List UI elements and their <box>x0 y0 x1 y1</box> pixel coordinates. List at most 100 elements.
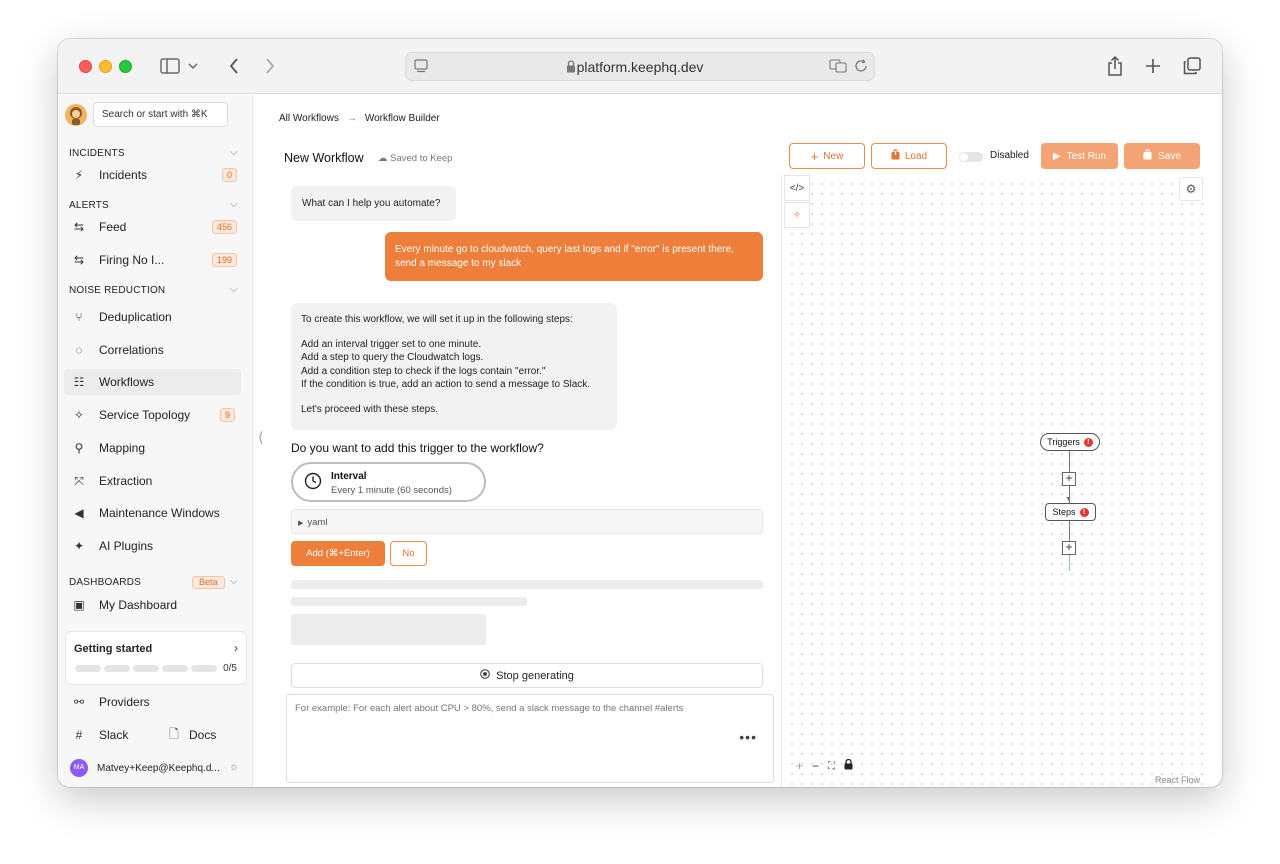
maximize-window-button[interactable] <box>119 60 132 73</box>
sidebar-item-providers[interactable]: ⚯ Providers <box>64 689 241 715</box>
steps-node[interactable]: Steps ! <box>1045 503 1096 521</box>
sidebar-item-incidents[interactable]: ⚡︎ Incidents 0 <box>64 162 241 188</box>
sidebar-item-my-dashboard[interactable]: ▣ My Dashboard <box>64 592 241 618</box>
sidebar-item-label: Firing No I... <box>99 253 165 267</box>
user-avatar[interactable]: MA <box>70 759 88 777</box>
theme-toggle-icon[interactable]: ☼ <box>229 761 239 773</box>
sidebar-item-label: Mapping <box>99 441 146 455</box>
ai-plan-step: Add a step to query the Cloudwatch logs. <box>301 352 484 363</box>
yaml-label: yaml <box>307 517 328 528</box>
cloud-icon: ☁ <box>378 153 388 164</box>
arrow-down-icon: ▼ <box>1065 496 1072 503</box>
document-icon: 🗋 <box>169 726 179 741</box>
sidebar-item-label: Incidents <box>99 168 148 182</box>
interval-trigger-card[interactable]: Interval Every 1 minute (60 seconds) <box>291 462 486 502</box>
sidebar-toggle-icon[interactable] <box>158 55 182 77</box>
section-incidents[interactable]: INCIDENTS <box>69 148 125 159</box>
load-button-label: Load <box>904 150 928 162</box>
sidebar-search-input[interactable]: Search or start with ⌘K <box>93 102 228 127</box>
add-trigger-plus-icon[interactable]: + <box>1062 472 1076 486</box>
code-view-icon[interactable]: </> <box>784 175 810 201</box>
section-dashboards[interactable]: DASHBOARDS <box>69 577 141 588</box>
sidebar-item-deduplication[interactable]: ⑂ Deduplication <box>64 304 241 330</box>
chevron-down-icon[interactable]: ⌵ <box>230 147 238 158</box>
triggers-node[interactable]: Triggers ! <box>1040 433 1100 451</box>
add-trigger-button[interactable]: Add (⌘+Enter) <box>291 541 385 566</box>
chevron-down-icon[interactable] <box>186 55 200 77</box>
section-noise-reduction[interactable]: NOISE REDUCTION <box>69 285 165 296</box>
ai-message-greeting: What can I help you automate? <box>291 186 456 221</box>
ai-plan-intro: To create this workflow, we will set it … <box>301 314 573 325</box>
new-button[interactable]: + New <box>789 143 865 169</box>
arrows-icon: ⇆ <box>73 253 85 267</box>
user-name[interactable]: Matvey+Keep@Keephq.d... <box>97 763 220 774</box>
play-icon: ▶ <box>1052 150 1061 162</box>
chat-input[interactable]: For example: For each alert about CPU > … <box>286 694 774 783</box>
no-button[interactable]: No <box>390 541 427 566</box>
react-flow-attribution[interactable]: React Flow <box>1155 775 1200 785</box>
sidebar-item-mapping[interactable]: ⚲ Mapping <box>64 435 241 461</box>
sidebar-collapse-handle[interactable]: ⟨ <box>258 429 263 446</box>
breadcrumb-all-workflows[interactable]: All Workflows <box>279 113 339 124</box>
getting-started-card[interactable]: Getting started › 0/5 <box>65 631 247 685</box>
minimize-window-button[interactable] <box>99 60 112 73</box>
stop-icon <box>480 669 490 682</box>
workflow-title[interactable]: New Workflow <box>284 151 364 165</box>
error-icon: ! <box>1079 507 1089 517</box>
plus-icon: + <box>810 148 819 164</box>
load-button[interactable]: Load <box>871 143 947 169</box>
close-window-button[interactable] <box>79 60 92 73</box>
sidebar-item-firing[interactable]: ⇆ Firing No I... 199 <box>64 247 241 273</box>
enabled-toggle[interactable] <box>959 152 983 162</box>
chevron-down-icon[interactable]: ⌵ <box>230 576 238 587</box>
workflow-canvas[interactable]: </> ✧ ⚙ Triggers ! + ▼ Steps ! + + − ⛶ R… <box>783 175 1206 787</box>
zoom-in-icon[interactable]: + <box>796 759 803 773</box>
breadcrumb: All Workflows → Workflow Builder <box>279 113 440 124</box>
loading-skeleton <box>291 597 527 606</box>
sidebar-item-maintenance-windows[interactable]: ◀︎ Maintenance Windows <box>64 500 241 526</box>
sidebar-item-docs[interactable]: 🗋 Docs <box>159 722 239 748</box>
mute-icon: ◀︎ <box>74 506 84 520</box>
sidebar-item-workflows[interactable]: ☷ Workflows <box>64 369 241 395</box>
sidebar-item-feed[interactable]: ⇆ Feed 456 <box>64 214 241 240</box>
count-badge: 199 <box>211 253 237 267</box>
back-icon[interactable] <box>222 55 246 77</box>
sidebar-item-label: Docs <box>189 728 217 742</box>
more-options-icon[interactable]: ••• <box>739 729 757 745</box>
section-alerts[interactable]: ALERTS <box>69 200 109 211</box>
yaml-disclosure[interactable]: ▶ yaml <box>291 509 763 534</box>
sidebar-item-slack[interactable]: # Slack <box>64 722 152 748</box>
translate-icon[interactable] <box>829 59 847 78</box>
ai-assist-icon[interactable]: ✧ <box>784 202 810 228</box>
count-badge: 0 <box>221 168 237 182</box>
steps-node-label: Steps <box>1052 507 1076 517</box>
lock-icon[interactable] <box>844 758 853 773</box>
upload-icon <box>891 148 900 163</box>
zoom-out-icon[interactable]: − <box>812 759 819 773</box>
sidebar-item-service-topology[interactable]: ✧ Service Topology 9 <box>64 402 241 428</box>
reload-icon[interactable] <box>854 59 868 78</box>
save-button[interactable]: Save <box>1124 143 1200 169</box>
fit-view-icon[interactable]: ⛶ <box>828 761 835 772</box>
error-icon: ! <box>1083 437 1093 447</box>
chevron-down-icon[interactable]: ⌵ <box>230 284 238 295</box>
plug-icon: ⚯ <box>73 695 85 709</box>
share-icon[interactable] <box>1103 55 1127 77</box>
gear-icon[interactable]: ⚙ <box>1179 177 1203 201</box>
sidebar-item-label: Maintenance Windows <box>99 506 220 520</box>
test-run-button[interactable]: ▶ Test Run <box>1041 143 1118 169</box>
sidebar-item-correlations[interactable]: ◌ Correlations <box>64 337 241 363</box>
sidebar: Search or start with ⌘K INCIDENTS ⌵ ⚡︎ I… <box>58 95 253 787</box>
forward-icon[interactable] <box>258 55 282 77</box>
sidebar-item-extraction[interactable]: ⤧ Extraction <box>64 468 241 494</box>
add-step-plus-icon[interactable]: + <box>1062 541 1076 555</box>
new-tab-icon[interactable] <box>1141 55 1165 77</box>
getting-started-progress: 0/5 <box>223 663 237 674</box>
sparkles-icon: ✦ <box>73 539 85 553</box>
sidebar-item-ai-plugins[interactable]: ✦ AI Plugins <box>64 533 241 559</box>
tab-overview-icon[interactable] <box>1180 55 1204 77</box>
chevron-down-icon[interactable]: ⌵ <box>230 199 238 210</box>
stop-generating-button[interactable]: Stop generating <box>291 663 763 688</box>
address-bar[interactable]: platform.keephq.dev <box>405 52 875 81</box>
keep-logo[interactable] <box>65 104 87 126</box>
